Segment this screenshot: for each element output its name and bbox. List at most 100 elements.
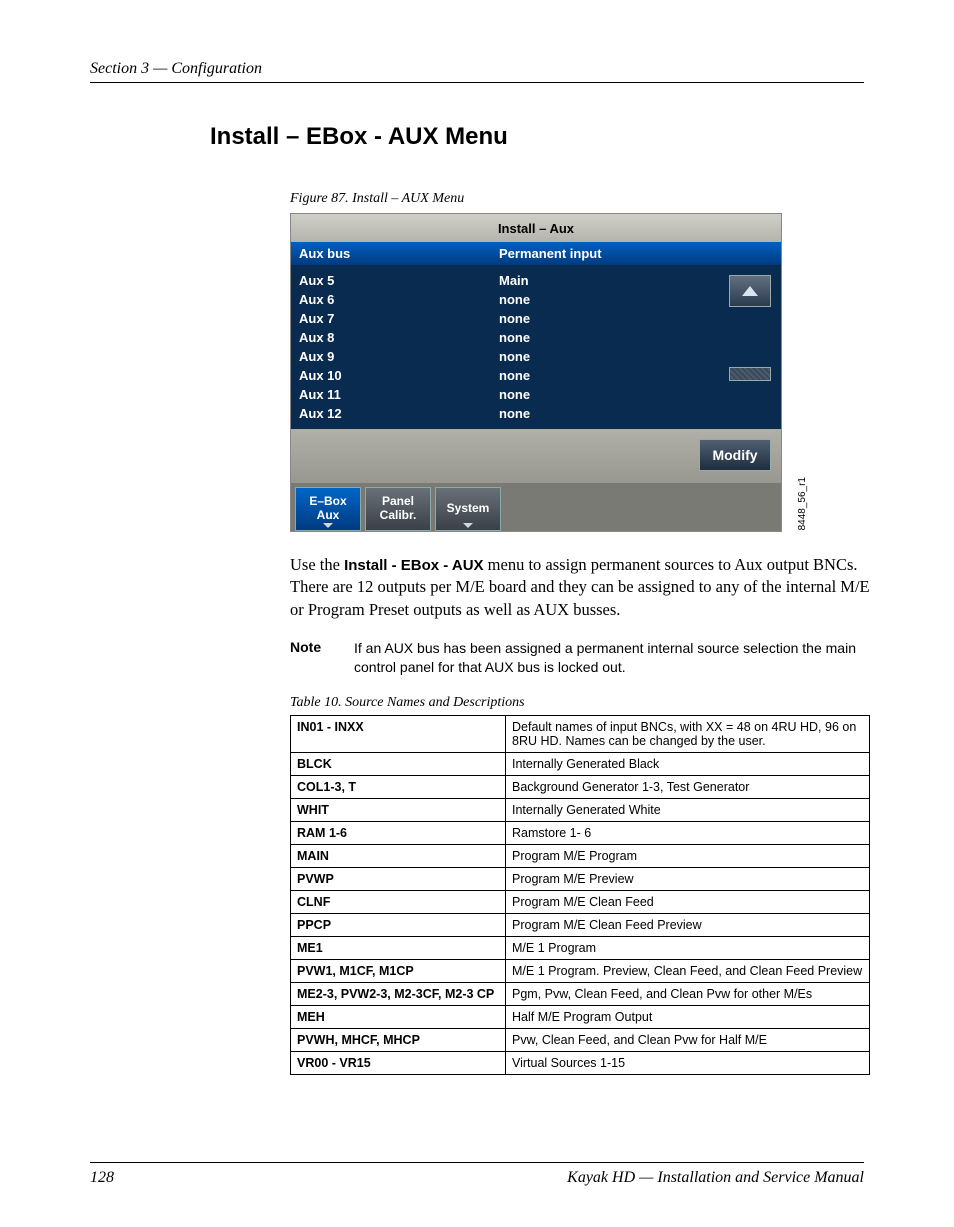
tab-label: Calibr. (380, 509, 417, 523)
note-text: If an AUX bus has been assigned a perman… (354, 639, 870, 677)
list-row[interactable]: Aux 7none (291, 309, 781, 328)
body-text: Use the (290, 555, 344, 574)
scroll-track[interactable] (729, 367, 771, 381)
table-row: PVWPProgram M/E Preview (291, 867, 870, 890)
scroll-up-button[interactable] (729, 275, 771, 307)
list-row[interactable]: Aux 10none (291, 366, 781, 385)
source-key: MEH (291, 1005, 506, 1028)
table-row: PPCPProgram M/E Clean Feed Preview (291, 913, 870, 936)
aux-input-cell: none (499, 292, 530, 307)
table-row: MAINProgram M/E Program (291, 844, 870, 867)
table-row: ME1M/E 1 Program (291, 936, 870, 959)
tab-label: Panel (382, 495, 414, 509)
source-key: IN01 - INXX (291, 715, 506, 752)
table-row: VR00 - VR15Virtual Sources 1-15 (291, 1051, 870, 1074)
list-row[interactable]: Aux 11none (291, 385, 781, 404)
page-number: 128 (90, 1169, 114, 1187)
source-key: CLNF (291, 890, 506, 913)
list-row[interactable]: Aux 5Main (291, 271, 781, 290)
aux-bus-cell: Aux 9 (299, 349, 499, 364)
aux-bus-cell: Aux 10 (299, 368, 499, 383)
aux-bus-cell: Aux 5 (299, 273, 499, 288)
source-key: PVWP (291, 867, 506, 890)
tab-label: E–Box (309, 495, 346, 509)
window-titlebar: Install – Aux (291, 214, 781, 242)
source-key: RAM 1-6 (291, 821, 506, 844)
body-bold: Install - EBox - AUX (344, 557, 483, 574)
tab-panel-calibr[interactable]: Panel Calibr. (365, 487, 431, 531)
footer-title: Kayak HD — Installation and Service Manu… (567, 1169, 864, 1187)
table-caption: Table 10. Source Names and Descriptions (290, 695, 864, 711)
source-desc: Background Generator 1-3, Test Generator (506, 775, 870, 798)
chevron-down-icon (323, 523, 333, 528)
tab-label: Aux (317, 509, 340, 523)
aux-input-cell: none (499, 387, 530, 402)
aux-input-cell: none (499, 311, 530, 326)
source-desc: Pgm, Pvw, Clean Feed, and Clean Pvw for … (506, 982, 870, 1005)
aux-list: Aux 5Main Aux 6none Aux 7none Aux 8none … (291, 265, 781, 429)
list-row[interactable]: Aux 9none (291, 347, 781, 366)
tab-label: System (447, 502, 490, 516)
source-desc: Program M/E Clean Feed (506, 890, 870, 913)
source-key: PPCP (291, 913, 506, 936)
aux-bus-cell: Aux 6 (299, 292, 499, 307)
source-key: VR00 - VR15 (291, 1051, 506, 1074)
table-row: BLCKInternally Generated Black (291, 752, 870, 775)
source-key: WHIT (291, 798, 506, 821)
aux-input-cell: none (499, 349, 530, 364)
lower-bar: Modify (291, 429, 781, 483)
aux-bus-cell: Aux 7 (299, 311, 499, 326)
table-row: COL1-3, TBackground Generator 1-3, Test … (291, 775, 870, 798)
source-key: COL1-3, T (291, 775, 506, 798)
source-desc: M/E 1 Program. Preview, Clean Feed, and … (506, 959, 870, 982)
figure-caption: Figure 87. Install – AUX Menu (290, 191, 864, 207)
page-footer: 128 Kayak HD — Installation and Service … (90, 1162, 864, 1187)
aux-input-cell: none (499, 406, 530, 421)
tab-ebox-aux[interactable]: E–Box Aux (295, 487, 361, 531)
note-label: Note (290, 639, 354, 677)
table-row: MEHHalf M/E Program Output (291, 1005, 870, 1028)
modify-button[interactable]: Modify (699, 439, 771, 471)
aux-bus-cell: Aux 8 (299, 330, 499, 345)
source-key: PVW1, M1CF, M1CP (291, 959, 506, 982)
table-row: WHITInternally Generated White (291, 798, 870, 821)
col-header-auxbus: Aux bus (299, 246, 499, 261)
source-desc: Virtual Sources 1-15 (506, 1051, 870, 1074)
page-title: Install – EBox - AUX Menu (210, 123, 864, 151)
chevron-down-icon (463, 523, 473, 528)
source-desc: Pvw, Clean Feed, and Clean Pvw for Half … (506, 1028, 870, 1051)
chevron-up-icon (742, 286, 758, 296)
figure-code: 8448_56_r1 (797, 477, 808, 530)
note-block: Note If an AUX bus has been assigned a p… (290, 639, 870, 677)
table-row: CLNFProgram M/E Clean Feed (291, 890, 870, 913)
body-paragraph: Use the Install - EBox - AUX menu to ass… (290, 554, 870, 621)
screenshot-wrap: Install – Aux Aux bus Permanent input Au… (290, 213, 790, 532)
bottom-tabs: E–Box Aux Panel Calibr. System (291, 483, 781, 531)
source-desc: Program M/E Program (506, 844, 870, 867)
list-header: Aux bus Permanent input (291, 242, 781, 265)
source-desc: Half M/E Program Output (506, 1005, 870, 1028)
aux-bus-cell: Aux 12 (299, 406, 499, 421)
aux-input-cell: Main (499, 273, 529, 288)
tab-system[interactable]: System (435, 487, 501, 531)
screenshot: Install – Aux Aux bus Permanent input Au… (290, 213, 782, 532)
table-row: IN01 - INXXDefault names of input BNCs, … (291, 715, 870, 752)
aux-bus-cell: Aux 11 (299, 387, 499, 402)
source-key: PVWH, MHCF, MHCP (291, 1028, 506, 1051)
source-desc: M/E 1 Program (506, 936, 870, 959)
source-desc: Ramstore 1- 6 (506, 821, 870, 844)
list-row[interactable]: Aux 6none (291, 290, 781, 309)
source-key: ME2-3, PVW2-3, M2-3CF, M2-3 CP (291, 982, 506, 1005)
aux-input-cell: none (499, 368, 530, 383)
aux-input-cell: none (499, 330, 530, 345)
source-desc: Internally Generated White (506, 798, 870, 821)
list-row[interactable]: Aux 12none (291, 404, 781, 423)
source-key: MAIN (291, 844, 506, 867)
table-row: RAM 1-6Ramstore 1- 6 (291, 821, 870, 844)
running-head: Section 3 — Configuration (90, 60, 864, 83)
source-desc: Program M/E Clean Feed Preview (506, 913, 870, 936)
source-desc: Internally Generated Black (506, 752, 870, 775)
list-row[interactable]: Aux 8none (291, 328, 781, 347)
window-title: Install – Aux (498, 221, 574, 236)
col-header-permanent-input: Permanent input (499, 246, 602, 261)
